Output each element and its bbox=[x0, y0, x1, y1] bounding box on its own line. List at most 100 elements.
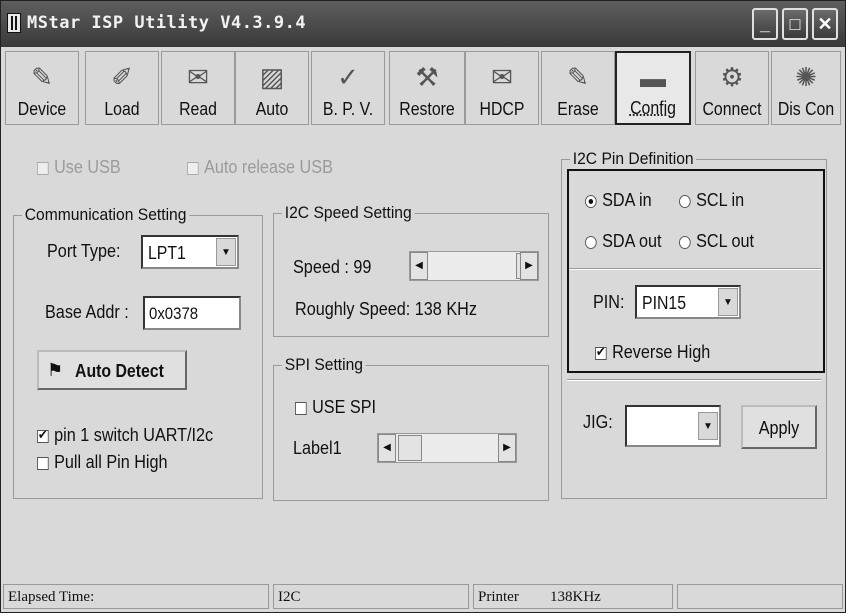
status-bar: Elapsed Time: I2C Printer 138KHz bbox=[1, 581, 845, 612]
communication-setting-title: Communication Setting bbox=[22, 205, 190, 225]
chevron-down-icon[interactable]: ▼ bbox=[216, 238, 236, 266]
config-button[interactable]: ▬ Config bbox=[615, 51, 691, 125]
pin1-switch-checkbox[interactable]: pin 1 switch UART/I2c bbox=[37, 425, 213, 446]
spi-setting-title: SPI Setting bbox=[282, 355, 366, 375]
extra-status-panel bbox=[677, 584, 843, 609]
base-addr-value: 0x0378 bbox=[149, 304, 199, 323]
spi-slider-thumb[interactable] bbox=[398, 435, 422, 461]
jig-select[interactable]: ▼ bbox=[625, 405, 721, 447]
device-button[interactable]: ✎ Device bbox=[5, 51, 79, 125]
scroll-left-icon[interactable]: ◀ bbox=[410, 252, 428, 280]
restore-icon: ⚒ bbox=[415, 62, 439, 92]
bpv-label: B. P. V. bbox=[322, 99, 374, 119]
maximize-button[interactable]: □ bbox=[782, 8, 808, 40]
sda-in-radio-button[interactable] bbox=[585, 194, 597, 208]
use-usb-label: Use USB bbox=[54, 157, 121, 177]
pin1-switch-check-box[interactable] bbox=[37, 427, 49, 443]
detect-icon: ⚑ bbox=[47, 360, 64, 380]
printer-label: Printer bbox=[478, 589, 519, 605]
app-logo-icon bbox=[7, 13, 21, 33]
load-icon: ✐ bbox=[111, 62, 133, 92]
printer-panel: Printer 138KHz bbox=[473, 584, 673, 609]
speed-slider[interactable]: ◀ ▶ bbox=[409, 251, 539, 281]
pin-label: PIN: bbox=[593, 292, 625, 312]
scl-out-radio-button[interactable] bbox=[679, 235, 691, 249]
jig-divider bbox=[567, 379, 821, 381]
scroll-right-icon[interactable]: ▶ bbox=[520, 252, 538, 280]
window-title: MStar ISP Utility V4.3.9.4 bbox=[27, 13, 307, 33]
read-button[interactable]: ✉ Read bbox=[161, 51, 235, 125]
sda-in-radio[interactable]: SDA in bbox=[585, 190, 652, 211]
config-icon: ▬ bbox=[640, 63, 666, 93]
base-addr-label: Base Addr : bbox=[45, 302, 129, 322]
auto-button[interactable]: ▨ Auto bbox=[235, 51, 309, 125]
use-spi-label: USE SPI bbox=[312, 397, 377, 417]
auto-icon: ▨ bbox=[259, 62, 285, 92]
pin-select[interactable]: PIN15 ▼ bbox=[635, 285, 741, 319]
bpv-button[interactable]: ✓ B. P. V. bbox=[311, 51, 385, 125]
device-label: Device bbox=[17, 99, 67, 119]
reverse-high-checkbox[interactable]: Reverse High bbox=[595, 342, 710, 363]
use-usb-check-box[interactable] bbox=[37, 161, 49, 175]
use-spi-check-box[interactable] bbox=[295, 401, 307, 415]
sda-in-label: SDA in bbox=[602, 190, 652, 210]
app-window: MStar ISP Utility V4.3.9.4 _ □ ✕ ✎ Devic… bbox=[0, 0, 846, 613]
scl-in-radio[interactable]: SCL in bbox=[679, 190, 744, 211]
disconnect-label: Dis Con bbox=[777, 99, 835, 119]
read-label: Read bbox=[179, 99, 217, 119]
disconnect-button[interactable]: ✺ Dis Con bbox=[771, 51, 841, 125]
auto-release-usb-checkbox[interactable]: Auto release USB bbox=[187, 157, 333, 178]
connect-label: Connect bbox=[702, 99, 762, 119]
pull-all-pin-high-checkbox[interactable]: Pull all Pin High bbox=[37, 452, 168, 473]
pin-chevron-down-icon[interactable]: ▼ bbox=[718, 288, 738, 316]
elapsed-time-panel: Elapsed Time: bbox=[3, 584, 269, 609]
auto-release-usb-label: Auto release USB bbox=[204, 157, 333, 177]
port-type-label: Port Type: bbox=[47, 241, 121, 261]
spi-slider[interactable]: ◀ ▶ bbox=[377, 433, 517, 463]
minimize-button[interactable]: _ bbox=[752, 8, 778, 40]
load-button[interactable]: ✐ Load bbox=[85, 51, 159, 125]
spi-scroll-left-icon[interactable]: ◀ bbox=[378, 434, 396, 462]
load-label: Load bbox=[104, 99, 140, 119]
erase-button[interactable]: ✎ Erase bbox=[541, 51, 615, 125]
auto-detect-label: Auto Detect bbox=[75, 361, 164, 381]
base-addr-input[interactable]: 0x0378 bbox=[143, 296, 241, 330]
jig-chevron-down-icon[interactable]: ▼ bbox=[698, 412, 718, 440]
config-label: Config bbox=[630, 98, 676, 118]
port-type-select[interactable]: LPT1 ▼ bbox=[141, 235, 239, 269]
pull-all-pin-high-label: Pull all Pin High bbox=[54, 452, 168, 472]
auto-release-usb-check-box[interactable] bbox=[187, 161, 199, 175]
auto-detect-button[interactable]: ⚑ Auto Detect bbox=[37, 350, 187, 390]
elapsed-time-label: Elapsed Time: bbox=[8, 589, 95, 605]
toolbar: ✎ Device ✐ Load ✉ Read ▨ Auto ✓ B. P. V.… bbox=[5, 51, 841, 127]
pin-divider bbox=[569, 268, 821, 270]
bpv-icon: ✓ bbox=[337, 62, 359, 92]
use-spi-checkbox[interactable]: USE SPI bbox=[295, 397, 376, 418]
apply-button[interactable]: Apply bbox=[741, 405, 817, 449]
i2c-speed-setting-title: I2C Speed Setting bbox=[282, 203, 415, 223]
reverse-high-label: Reverse High bbox=[612, 342, 711, 362]
spi-scroll-right-icon[interactable]: ▶ bbox=[498, 434, 516, 462]
hdcp-button[interactable]: ✉ HDCP bbox=[465, 51, 539, 125]
reverse-high-check-box[interactable] bbox=[595, 344, 607, 360]
sda-out-radio[interactable]: SDA out bbox=[585, 231, 662, 252]
restore-button[interactable]: ⚒ Restore bbox=[389, 51, 465, 125]
connect-button[interactable]: ⚙ Connect bbox=[695, 51, 769, 125]
label1: Label1 bbox=[293, 438, 342, 458]
scl-out-label: SCL out bbox=[696, 231, 755, 251]
speed-status-label: 138KHz bbox=[550, 589, 601, 605]
title-bar[interactable]: MStar ISP Utility V4.3.9.4 _ □ ✕ bbox=[1, 1, 845, 47]
close-button[interactable]: ✕ bbox=[812, 8, 838, 40]
sda-out-radio-button[interactable] bbox=[585, 235, 597, 249]
use-usb-checkbox[interactable]: Use USB bbox=[37, 157, 121, 178]
apply-label: Apply bbox=[758, 418, 800, 438]
scl-out-radio[interactable]: SCL out bbox=[679, 231, 754, 252]
pin-value: PIN15 bbox=[642, 293, 687, 313]
restore-label: Restore bbox=[399, 99, 455, 119]
connect-icon: ⚙ bbox=[720, 62, 744, 92]
read-icon: ✉ bbox=[187, 62, 209, 92]
scl-in-label: SCL in bbox=[696, 190, 745, 210]
pull-all-pin-high-check-box[interactable] bbox=[37, 456, 49, 470]
scl-in-radio-button[interactable] bbox=[679, 194, 691, 208]
hdcp-label: HDCP bbox=[479, 99, 525, 119]
